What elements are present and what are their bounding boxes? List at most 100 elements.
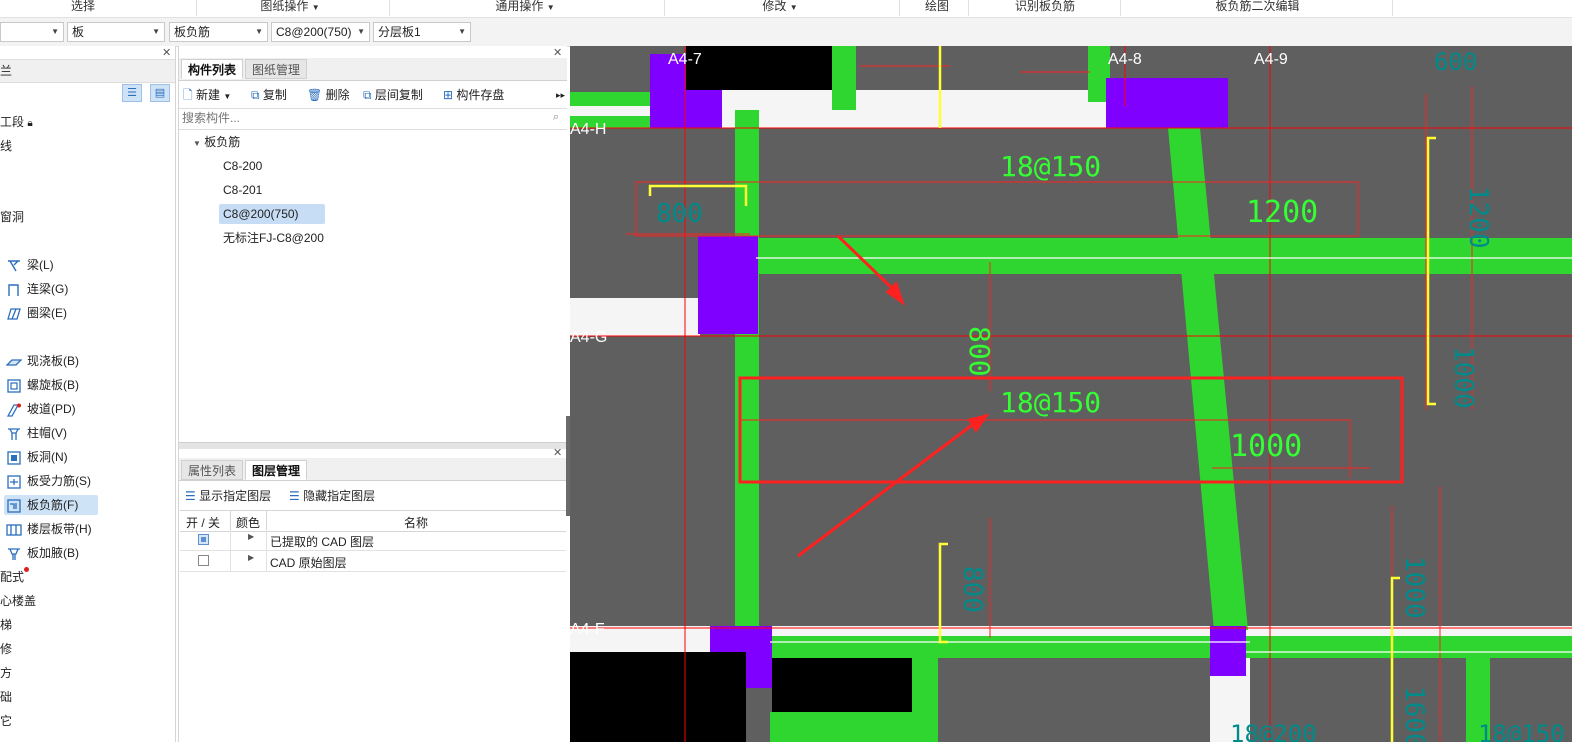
copy-button[interactable]: ⧉ 复制 <box>251 85 287 105</box>
new-button[interactable]: 🗋︎ 新建 ▼ <box>183 85 231 105</box>
rebar-label: 18@150 <box>1478 720 1565 742</box>
nav-item-hollow-floor[interactable]: 心楼盖 <box>0 591 36 611</box>
ribbon-group-modify[interactable]: 修改 ▼ <box>745 0 815 17</box>
layer-checkbox[interactable] <box>198 534 209 545</box>
ribbon-group-common-ops[interactable]: 通用操作 ▼ <box>475 0 575 17</box>
tree-item-selected[interactable]: C8@200(750) <box>219 204 325 224</box>
nav-item-section[interactable]: 工段 🔒︎ <box>0 112 33 132</box>
black-block <box>570 652 746 742</box>
nav-item-window-hole[interactable]: 窗洞 <box>0 207 24 227</box>
nav-item-ramp[interactable]: 坡道(PD) <box>6 399 76 419</box>
component-nav-panel: ✕ 兰 ☰ ▤ 工段 🔒︎ 线 窗洞 梁(L) 连梁(G) 圈梁(E) 现浇板(… <box>0 46 176 742</box>
nav-item-stairs[interactable]: 梯 <box>0 615 12 635</box>
black-block <box>686 46 832 90</box>
nav-item-axis[interactable]: 线 <box>0 136 12 156</box>
chevron-down-icon: ▼ <box>357 27 365 36</box>
nav-item-slab-neg-rebar[interactable]: 板负筋(F) <box>4 495 98 515</box>
ribbon-group-identify-neg-rebar[interactable]: 识别板负筋 <box>1000 0 1090 17</box>
ribbon-group-drawing-ops[interactable]: 图纸操作 ▼ <box>240 0 340 17</box>
nav-item-earthwork[interactable]: 方 <box>0 663 12 683</box>
nav-item-slab-rebar[interactable]: 板受力筋(S) <box>6 471 91 491</box>
nav-item-beam[interactable]: 梁(L) <box>6 255 54 275</box>
slab-haunch-icon <box>8 548 20 560</box>
ramp-icon <box>6 403 21 417</box>
tree-item[interactable]: C8-200 <box>223 156 262 176</box>
chevron-down-icon: ▼ <box>458 27 466 36</box>
cad-drawing-canvas[interactable]: A4-7 A4-8 A4-9 A4-H A4-G A4-F 18@150 18@… <box>570 46 1572 742</box>
axis-label: A4-8 <box>1108 51 1142 68</box>
expand-arrow-icon[interactable]: ▶ <box>248 532 254 541</box>
nav-item-cast-slab[interactable]: 现浇板(B) <box>6 351 79 371</box>
dim-label: 800 <box>963 326 996 377</box>
nav-item-foundation[interactable]: 础 <box>0 687 12 707</box>
delete-button[interactable]: 🗑︎ 删除 <box>307 85 350 105</box>
panel-splitter[interactable] <box>179 442 567 449</box>
list-view-icon[interactable]: ☰ <box>122 84 142 102</box>
ring-beam-icon <box>7 308 21 320</box>
nav-item-other[interactable]: 它 <box>0 711 12 731</box>
axis-label: A4-H <box>570 121 606 138</box>
floor-select[interactable]: ▼ <box>0 22 64 42</box>
cad-drawing[interactable]: A4-7 A4-8 A4-9 A4-H A4-G A4-F 18@150 18@… <box>570 46 1572 742</box>
nav-item-link-beam[interactable]: 连梁(G) <box>6 279 68 299</box>
ribbon-group-bar: 选择 图纸操作 ▼ 通用操作 ▼ 修改 ▼ 绘图 识别板负筋 板负筋二次编辑 <box>0 0 1572 18</box>
tab-drawing-manager[interactable]: 图纸管理 <box>245 59 308 79</box>
nav-item-spiral-slab[interactable]: 螺旋板(B) <box>6 375 79 395</box>
selector-toolbar: ▼ 板 ▼ 板负筋 ▼ C8@200(750) ▼ 分层板1 ▼ <box>0 18 1572 47</box>
category-select[interactable]: 板 ▼ <box>67 22 165 42</box>
layer-checkbox[interactable] <box>198 555 209 566</box>
nav-item-slab-haunch[interactable]: 板加腋(B) <box>6 543 79 563</box>
search-input[interactable] <box>179 109 545 127</box>
dim-label: 1000 <box>1399 556 1429 619</box>
component-panel: ✕ 构件列表 图纸管理 🗋︎ 新建 ▼ ⧉ 复制 🗑︎ 删除 ⧉ 层间复制 ⊞ … <box>178 46 567 742</box>
copy-icon: ⧉ <box>251 88 260 102</box>
layer-select[interactable]: 分层板1 ▼ <box>373 22 471 42</box>
table-row[interactable]: ▶ 已提取的 CAD 图层 <box>180 530 566 551</box>
tree-root[interactable]: ▼ 板负筋 <box>193 132 240 152</box>
more-chevron-icon[interactable]: ▸▸ <box>556 85 565 105</box>
tree-item[interactable]: 无标注FJ-C8@200 <box>223 228 324 248</box>
hide-layer-button[interactable]: ☰ 隐藏指定图层 <box>289 486 375 506</box>
tab-property-list[interactable]: 属性列表 <box>181 460 244 480</box>
floor-strip-icon <box>6 524 22 536</box>
search-icon[interactable]: ⌕ <box>553 111 559 124</box>
save-component-button[interactable]: ⊞ 构件存盘 <box>443 85 504 105</box>
expand-arrow-icon[interactable]: ▶ <box>248 553 254 562</box>
ribbon-group-draw[interactable]: 绘图 <box>912 0 962 17</box>
white-lines <box>756 257 1572 653</box>
axis-label: A4-9 <box>1254 51 1288 68</box>
type-select[interactable]: 板负筋 ▼ <box>169 22 268 42</box>
nav-item-ring-beam[interactable]: 圈梁(E) <box>6 303 67 323</box>
copy-between-floors-button[interactable]: ⧉ 层间复制 <box>363 85 423 105</box>
nav-item-column-cap[interactable]: 柱帽(V) <box>6 423 67 443</box>
slab-hole-icon <box>7 451 21 465</box>
save-icon: ⊞ <box>443 88 454 102</box>
nav-item-floor-strip[interactable]: 楼层板带(H) <box>6 519 92 539</box>
column-header: 开 / 关 <box>186 516 221 530</box>
chevron-down-icon: ▼ <box>789 3 798 12</box>
dim-label: 1600 <box>1399 686 1429 742</box>
collapse-arrow-icon: ▼ <box>193 139 201 148</box>
ribbon-group-neg-rebar-edit[interactable]: 板负筋二次编辑 <box>1195 0 1320 17</box>
nav-item-decoration[interactable]: 修 <box>0 639 12 659</box>
component-select[interactable]: C8@200(750) ▼ <box>271 22 370 42</box>
detail-view-icon[interactable]: ▤ <box>150 84 170 102</box>
tab-component-list[interactable]: 构件列表 <box>181 59 244 79</box>
chevron-down-icon: ▼ <box>255 27 263 36</box>
annotation-arrows <box>797 234 990 558</box>
tree-item[interactable]: C8-201 <box>223 180 262 200</box>
close-icon[interactable]: ✕ <box>162 46 171 59</box>
dim-label: 1200 <box>1246 195 1318 230</box>
dim-label: 1000 <box>1230 429 1302 464</box>
beam <box>832 46 856 110</box>
layer-name: 已提取的 CAD 图层 <box>270 535 375 549</box>
nav-item-slab-hole[interactable]: 板洞(N) <box>6 447 68 467</box>
nav-header: 兰 <box>0 59 175 83</box>
table-row[interactable]: ▶ CAD 原始图层 <box>180 551 566 572</box>
dim-label: 600 <box>1434 48 1477 76</box>
trash-icon: 🗑︎ <box>307 88 323 102</box>
show-layer-button[interactable]: ☰ 显示指定图层 <box>185 486 271 506</box>
tab-layer-manager[interactable]: 图层管理 <box>245 460 308 480</box>
ribbon-group-select[interactable]: 选择 <box>50 0 116 17</box>
nav-item-prefab[interactable]: 配式 <box>0 567 30 587</box>
